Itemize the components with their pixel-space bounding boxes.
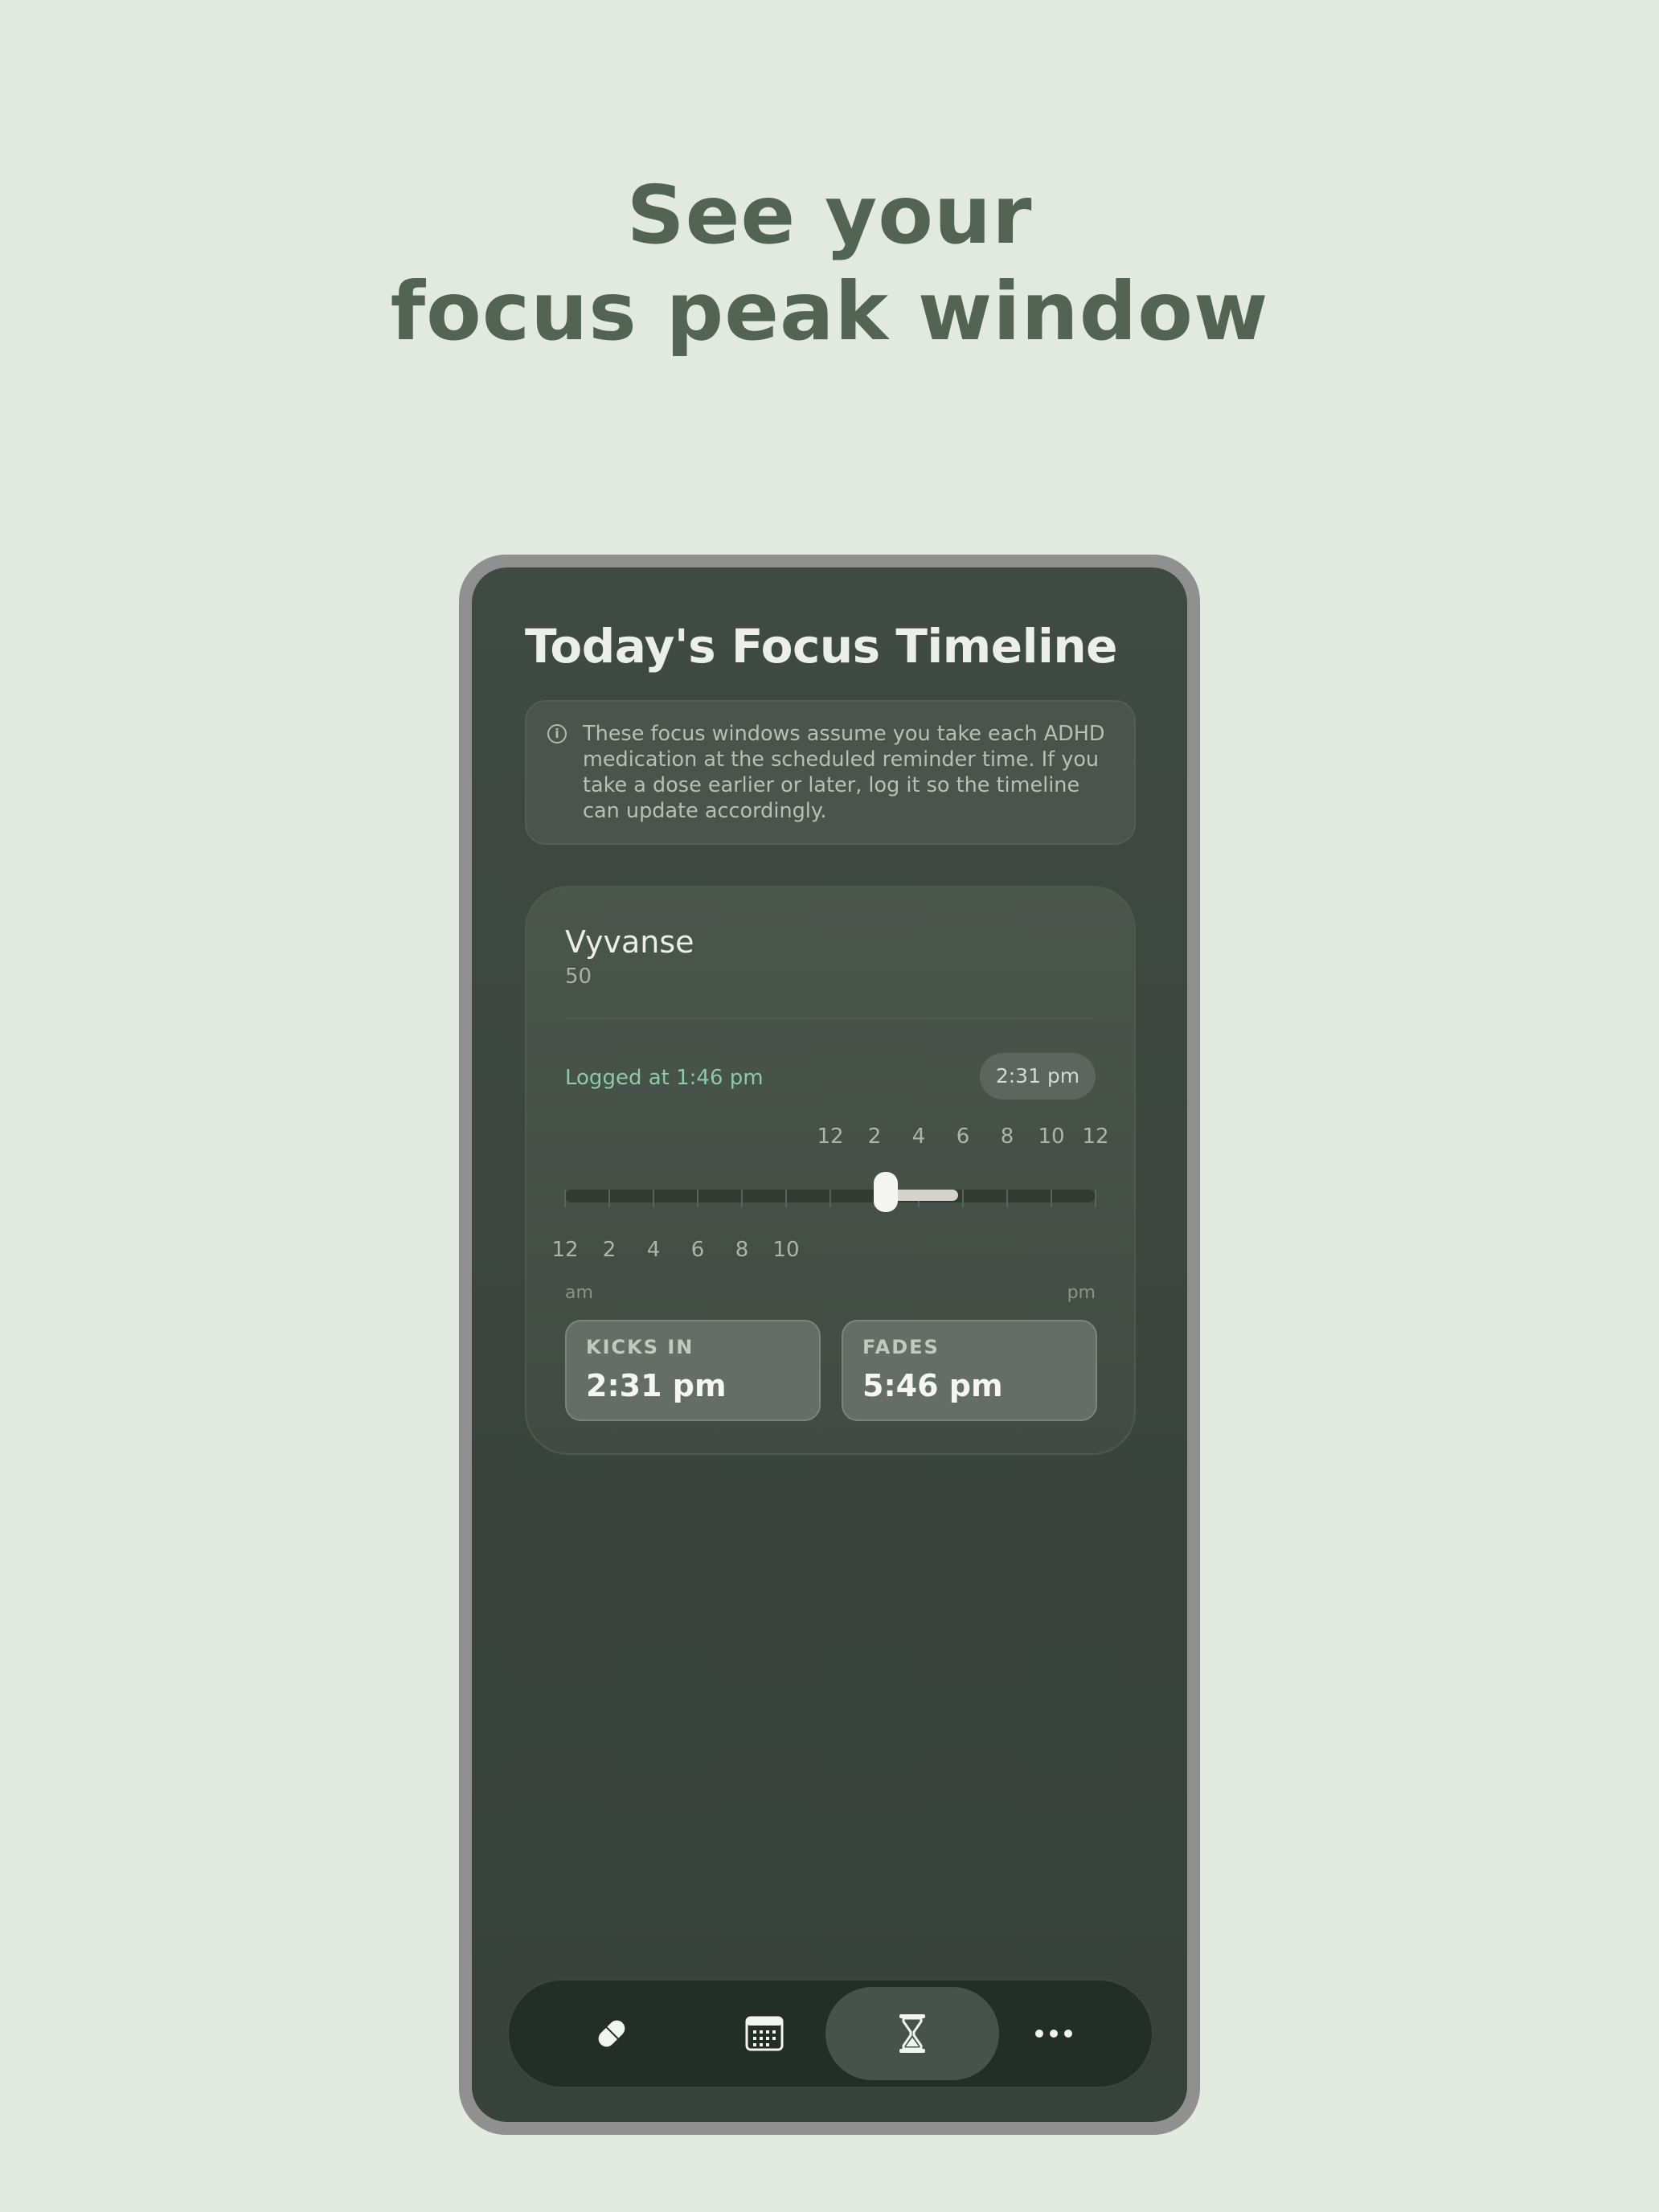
timeline-tick	[608, 1190, 610, 1207]
more-icon	[1035, 2030, 1072, 2038]
current-time-pill[interactable]: 2:31 pm	[980, 1053, 1096, 1100]
fades-card: FADES 5:46 pm	[842, 1320, 1097, 1421]
timeline-tick	[785, 1190, 787, 1207]
timeline-tick	[1095, 1190, 1096, 1207]
timeline-pm-tick-label: 6	[956, 1124, 970, 1149]
timeline-pm-tick-label: 8	[1000, 1124, 1014, 1149]
timeline-am-tick-label: 4	[646, 1238, 661, 1262]
timeline-tick	[697, 1190, 698, 1207]
kicks-in-card: KICKS IN 2:31 pm	[565, 1320, 821, 1421]
timeline-pm-tick-label: 4	[911, 1124, 926, 1149]
timeline-am-tick-label: 8	[735, 1238, 749, 1262]
fades-value: 5:46 pm	[862, 1368, 1003, 1403]
info-text: These focus windows assume you take each…	[583, 722, 1105, 823]
info-banner: i These focus windows assume you take ea…	[525, 700, 1136, 845]
timeline-am-tick-label: 12	[551, 1238, 579, 1262]
hourglass-icon	[899, 2014, 925, 2053]
kicks-in-label: KICKS IN	[586, 1336, 694, 1358]
timeline-pm-tick-label: 10	[1038, 1124, 1065, 1149]
logged-time-link[interactable]: Logged at 1:46 pm	[565, 1066, 764, 1090]
headline: See your focus peak window	[0, 167, 1659, 360]
timeline-tick	[830, 1190, 831, 1207]
timeline-pm-tick-label: 12	[1082, 1124, 1109, 1149]
timeline-am-tick-label: 6	[690, 1238, 705, 1262]
timeline-tick	[741, 1190, 743, 1207]
medication-card[interactable]: Vyvanse 50 Logged at 1:46 pm 2:31 pm 12 2…	[525, 886, 1136, 1455]
phone-frame: Today's Focus Timeline i These focus win…	[459, 555, 1200, 2135]
headline-line-1: See your	[626, 168, 1033, 262]
timeline-tick	[1051, 1190, 1052, 1207]
pm-label: pm	[1067, 1283, 1096, 1303]
timeline-pm-tick-label: 12	[817, 1124, 844, 1149]
timeline-pm-tick-label: 2	[867, 1124, 882, 1149]
timeline-tick	[962, 1190, 964, 1207]
phone-screen: Today's Focus Timeline i These focus win…	[472, 567, 1187, 2122]
timeline-am-tick-label: 2	[602, 1238, 616, 1262]
calendar-icon	[745, 2016, 784, 2051]
timeline-thumb[interactable]	[874, 1172, 899, 1212]
medication-name: Vyvanse	[565, 924, 694, 960]
medication-dose: 50	[565, 965, 592, 989]
kicks-in-value: 2:31 pm	[586, 1368, 727, 1403]
timeline-tick	[653, 1190, 654, 1207]
info-icon: i	[547, 724, 567, 743]
tab-medications[interactable]	[525, 1987, 698, 2080]
timeline-tick	[1006, 1190, 1008, 1207]
page-title: Today's Focus Timeline	[525, 619, 1117, 674]
timeline-am-tick-label: 10	[772, 1238, 800, 1262]
headline-line-2: focus peak window	[390, 264, 1269, 358]
am-label: am	[565, 1283, 593, 1303]
pill-icon	[598, 2020, 625, 2047]
tab-bar	[507, 1979, 1153, 2088]
timeline-tick	[564, 1190, 566, 1207]
tab-more[interactable]	[967, 1987, 1141, 2080]
fades-label: FADES	[862, 1336, 940, 1358]
divider	[565, 1018, 1096, 1019]
